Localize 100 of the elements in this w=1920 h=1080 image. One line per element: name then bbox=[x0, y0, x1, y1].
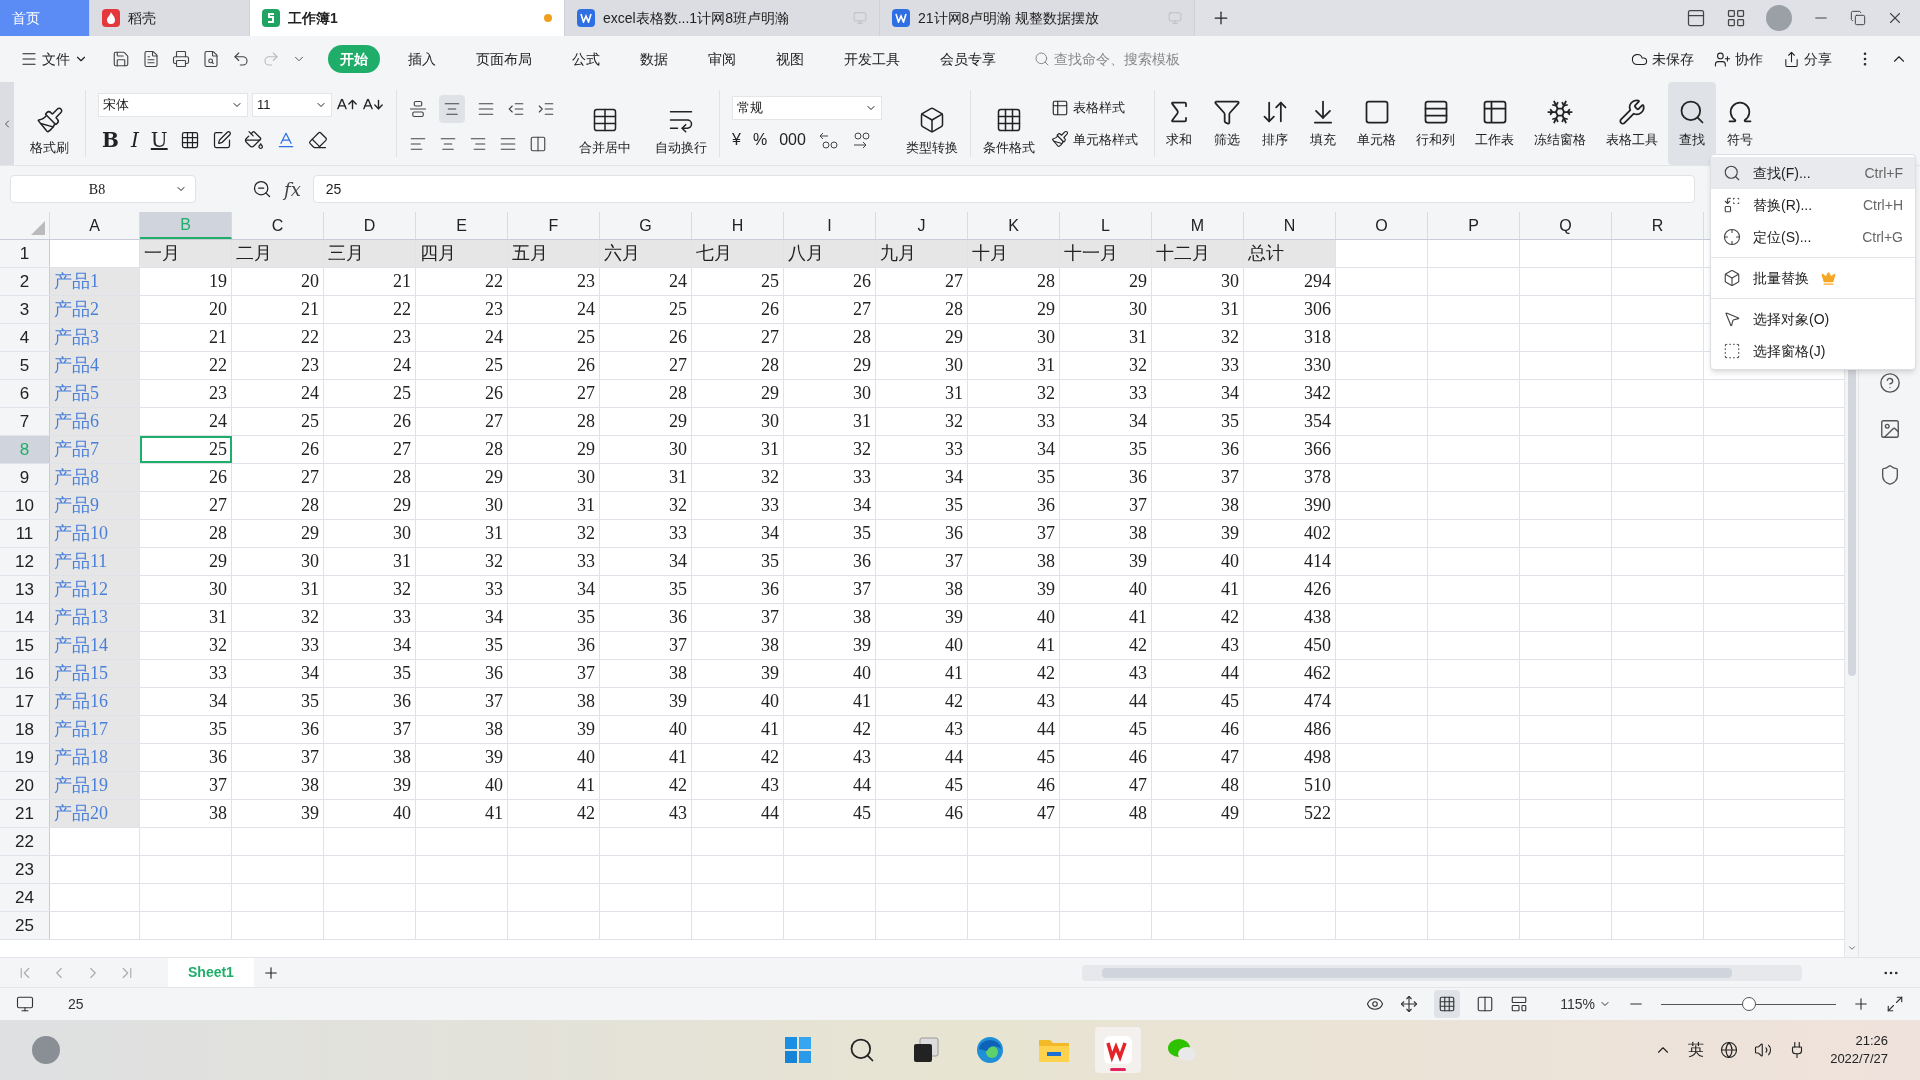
table-cell[interactable]: 37 bbox=[1060, 492, 1152, 519]
column-header[interactable]: K bbox=[968, 212, 1060, 239]
table-cell[interactable]: 31 bbox=[324, 548, 416, 575]
menu-tab[interactable]: 审阅 bbox=[696, 45, 748, 73]
table-cell[interactable]: 41 bbox=[1152, 576, 1244, 603]
table-cell[interactable]: 39 bbox=[1060, 548, 1152, 575]
table-cell[interactable]: 41 bbox=[1060, 604, 1152, 631]
table-cell[interactable]: 34 bbox=[600, 548, 692, 575]
table-cell[interactable]: 37 bbox=[600, 632, 692, 659]
crosshair-move-icon[interactable] bbox=[1400, 995, 1419, 1013]
clock[interactable]: 21:26 2022/7/27 bbox=[1830, 1032, 1888, 1068]
table-cell[interactable]: 30 bbox=[968, 324, 1060, 351]
row-header[interactable]: 15 bbox=[0, 632, 50, 659]
column-header[interactable]: J bbox=[876, 212, 968, 239]
table-cell[interactable]: 26 bbox=[600, 324, 692, 351]
table-cell[interactable]: 26 bbox=[508, 352, 600, 379]
table-cell[interactable]: 24 bbox=[508, 296, 600, 323]
table-cell[interactable]: 33 bbox=[692, 492, 784, 519]
table-cell[interactable]: 十月 bbox=[968, 240, 1060, 267]
table-cell[interactable]: 42 bbox=[876, 688, 968, 715]
table-cell[interactable]: 38 bbox=[692, 632, 784, 659]
number-format-button[interactable]: 000 bbox=[779, 127, 806, 152]
table-cell[interactable]: 44 bbox=[1060, 688, 1152, 715]
column-header[interactable]: P bbox=[1428, 212, 1520, 239]
table-cell[interactable]: 28 bbox=[140, 520, 232, 547]
table-cell[interactable]: 35 bbox=[968, 464, 1060, 491]
document-tab[interactable]: 稻壳 bbox=[90, 0, 250, 36]
table-cell[interactable]: 34 bbox=[140, 688, 232, 715]
row-header[interactable]: 23 bbox=[0, 856, 50, 883]
table-cell[interactable]: 27 bbox=[600, 352, 692, 379]
table-cell[interactable]: 38 bbox=[968, 548, 1060, 575]
table-cell[interactable]: 33 bbox=[1060, 380, 1152, 407]
fill-color-icon[interactable] bbox=[243, 129, 264, 150]
align-middle-button[interactable] bbox=[439, 94, 465, 123]
font-size-dropdown[interactable]: 11 bbox=[252, 92, 332, 117]
table-cell[interactable]: 35 bbox=[1060, 436, 1152, 463]
table-cell[interactable]: 32 bbox=[508, 520, 600, 547]
table-cell[interactable]: 27 bbox=[416, 408, 508, 435]
table-cell[interactable]: 38 bbox=[324, 744, 416, 771]
table-cell[interactable]: 36 bbox=[876, 520, 968, 547]
table-cell[interactable]: 354 bbox=[1244, 408, 1336, 435]
table-cell[interactable]: 474 bbox=[1244, 688, 1336, 715]
table-cell[interactable]: 35 bbox=[140, 716, 232, 743]
table-cell[interactable]: 40 bbox=[416, 772, 508, 799]
table-cell[interactable]: 37 bbox=[968, 520, 1060, 547]
table-cell[interactable]: 378 bbox=[1244, 464, 1336, 491]
table-cell[interactable]: 37 bbox=[416, 688, 508, 715]
table-cell[interactable]: 47 bbox=[1152, 744, 1244, 771]
table-cell[interactable]: 35 bbox=[508, 604, 600, 631]
cell-style-button[interactable]: 单元格样式 bbox=[1051, 129, 1138, 149]
table-cell[interactable]: 34 bbox=[968, 436, 1060, 463]
table-cell[interactable]: 42 bbox=[692, 744, 784, 771]
table-cell[interactable]: 九月 bbox=[876, 240, 968, 267]
row-header[interactable]: 9 bbox=[0, 464, 50, 491]
table-cell[interactable]: 30 bbox=[1152, 268, 1244, 295]
table-cell[interactable]: 462 bbox=[1244, 660, 1336, 687]
table-cell[interactable]: 46 bbox=[1060, 744, 1152, 771]
table-cell[interactable]: 28 bbox=[324, 464, 416, 491]
table-cell[interactable]: 37 bbox=[140, 772, 232, 799]
table-cell[interactable]: 38 bbox=[1060, 520, 1152, 547]
table-cell[interactable]: 522 bbox=[1244, 800, 1336, 827]
table-cell[interactable]: 33 bbox=[876, 436, 968, 463]
table-cell[interactable]: 33 bbox=[600, 520, 692, 547]
table-cell[interactable]: 37 bbox=[1152, 464, 1244, 491]
table-cell[interactable]: 40 bbox=[1060, 576, 1152, 603]
number-format-button[interactable]: ¥ bbox=[732, 127, 741, 152]
column-header[interactable]: G bbox=[600, 212, 692, 239]
menu-item[interactable]: 定位(S)... Ctrl+G bbox=[1711, 221, 1915, 253]
table-cell[interactable]: 37 bbox=[784, 576, 876, 603]
table-cell[interactable]: 43 bbox=[876, 716, 968, 743]
ribbon-tool-button[interactable]: 填充 bbox=[1299, 82, 1347, 165]
table-cell[interactable]: 48 bbox=[1060, 800, 1152, 827]
toolbar-action-button[interactable]: 未保存 bbox=[1623, 48, 1702, 70]
table-cell[interactable]: 510 bbox=[1244, 772, 1336, 799]
table-cell[interactable]: 34 bbox=[876, 464, 968, 491]
table-cell[interactable]: 30 bbox=[1060, 296, 1152, 323]
table-cell[interactable]: 34 bbox=[508, 576, 600, 603]
ribbon-tool-button[interactable]: 冻结窗格 bbox=[1524, 82, 1596, 165]
table-cell[interactable]: 30 bbox=[232, 548, 324, 575]
table-cell[interactable]: 24 bbox=[140, 408, 232, 435]
row-header[interactable]: 13 bbox=[0, 576, 50, 603]
table-cell[interactable]: 45 bbox=[1060, 716, 1152, 743]
table-cell[interactable]: 342 bbox=[1244, 380, 1336, 407]
row-header[interactable]: 1 bbox=[0, 240, 50, 267]
table-cell[interactable]: 29 bbox=[968, 296, 1060, 323]
row-header[interactable]: 11 bbox=[0, 520, 50, 547]
cell-edit-icon[interactable] bbox=[211, 129, 232, 150]
table-cell[interactable]: 33 bbox=[140, 660, 232, 687]
ribbon-tool-button[interactable]: 行和列 bbox=[1406, 82, 1465, 165]
table-cell[interactable]: 24 bbox=[600, 268, 692, 295]
table-cell[interactable]: 21 bbox=[140, 324, 232, 351]
reading-mode-icon[interactable] bbox=[1686, 8, 1706, 28]
table-cell[interactable]: 39 bbox=[416, 744, 508, 771]
table-cell[interactable]: 41 bbox=[600, 744, 692, 771]
horizontal-scrollbar[interactable] bbox=[1082, 964, 1802, 981]
network-icon[interactable] bbox=[1720, 1041, 1739, 1059]
table-cell[interactable]: 20 bbox=[140, 296, 232, 323]
table-cell[interactable]: 33 bbox=[416, 576, 508, 603]
table-cell[interactable]: 27 bbox=[324, 436, 416, 463]
table-cell[interactable]: 42 bbox=[508, 800, 600, 827]
